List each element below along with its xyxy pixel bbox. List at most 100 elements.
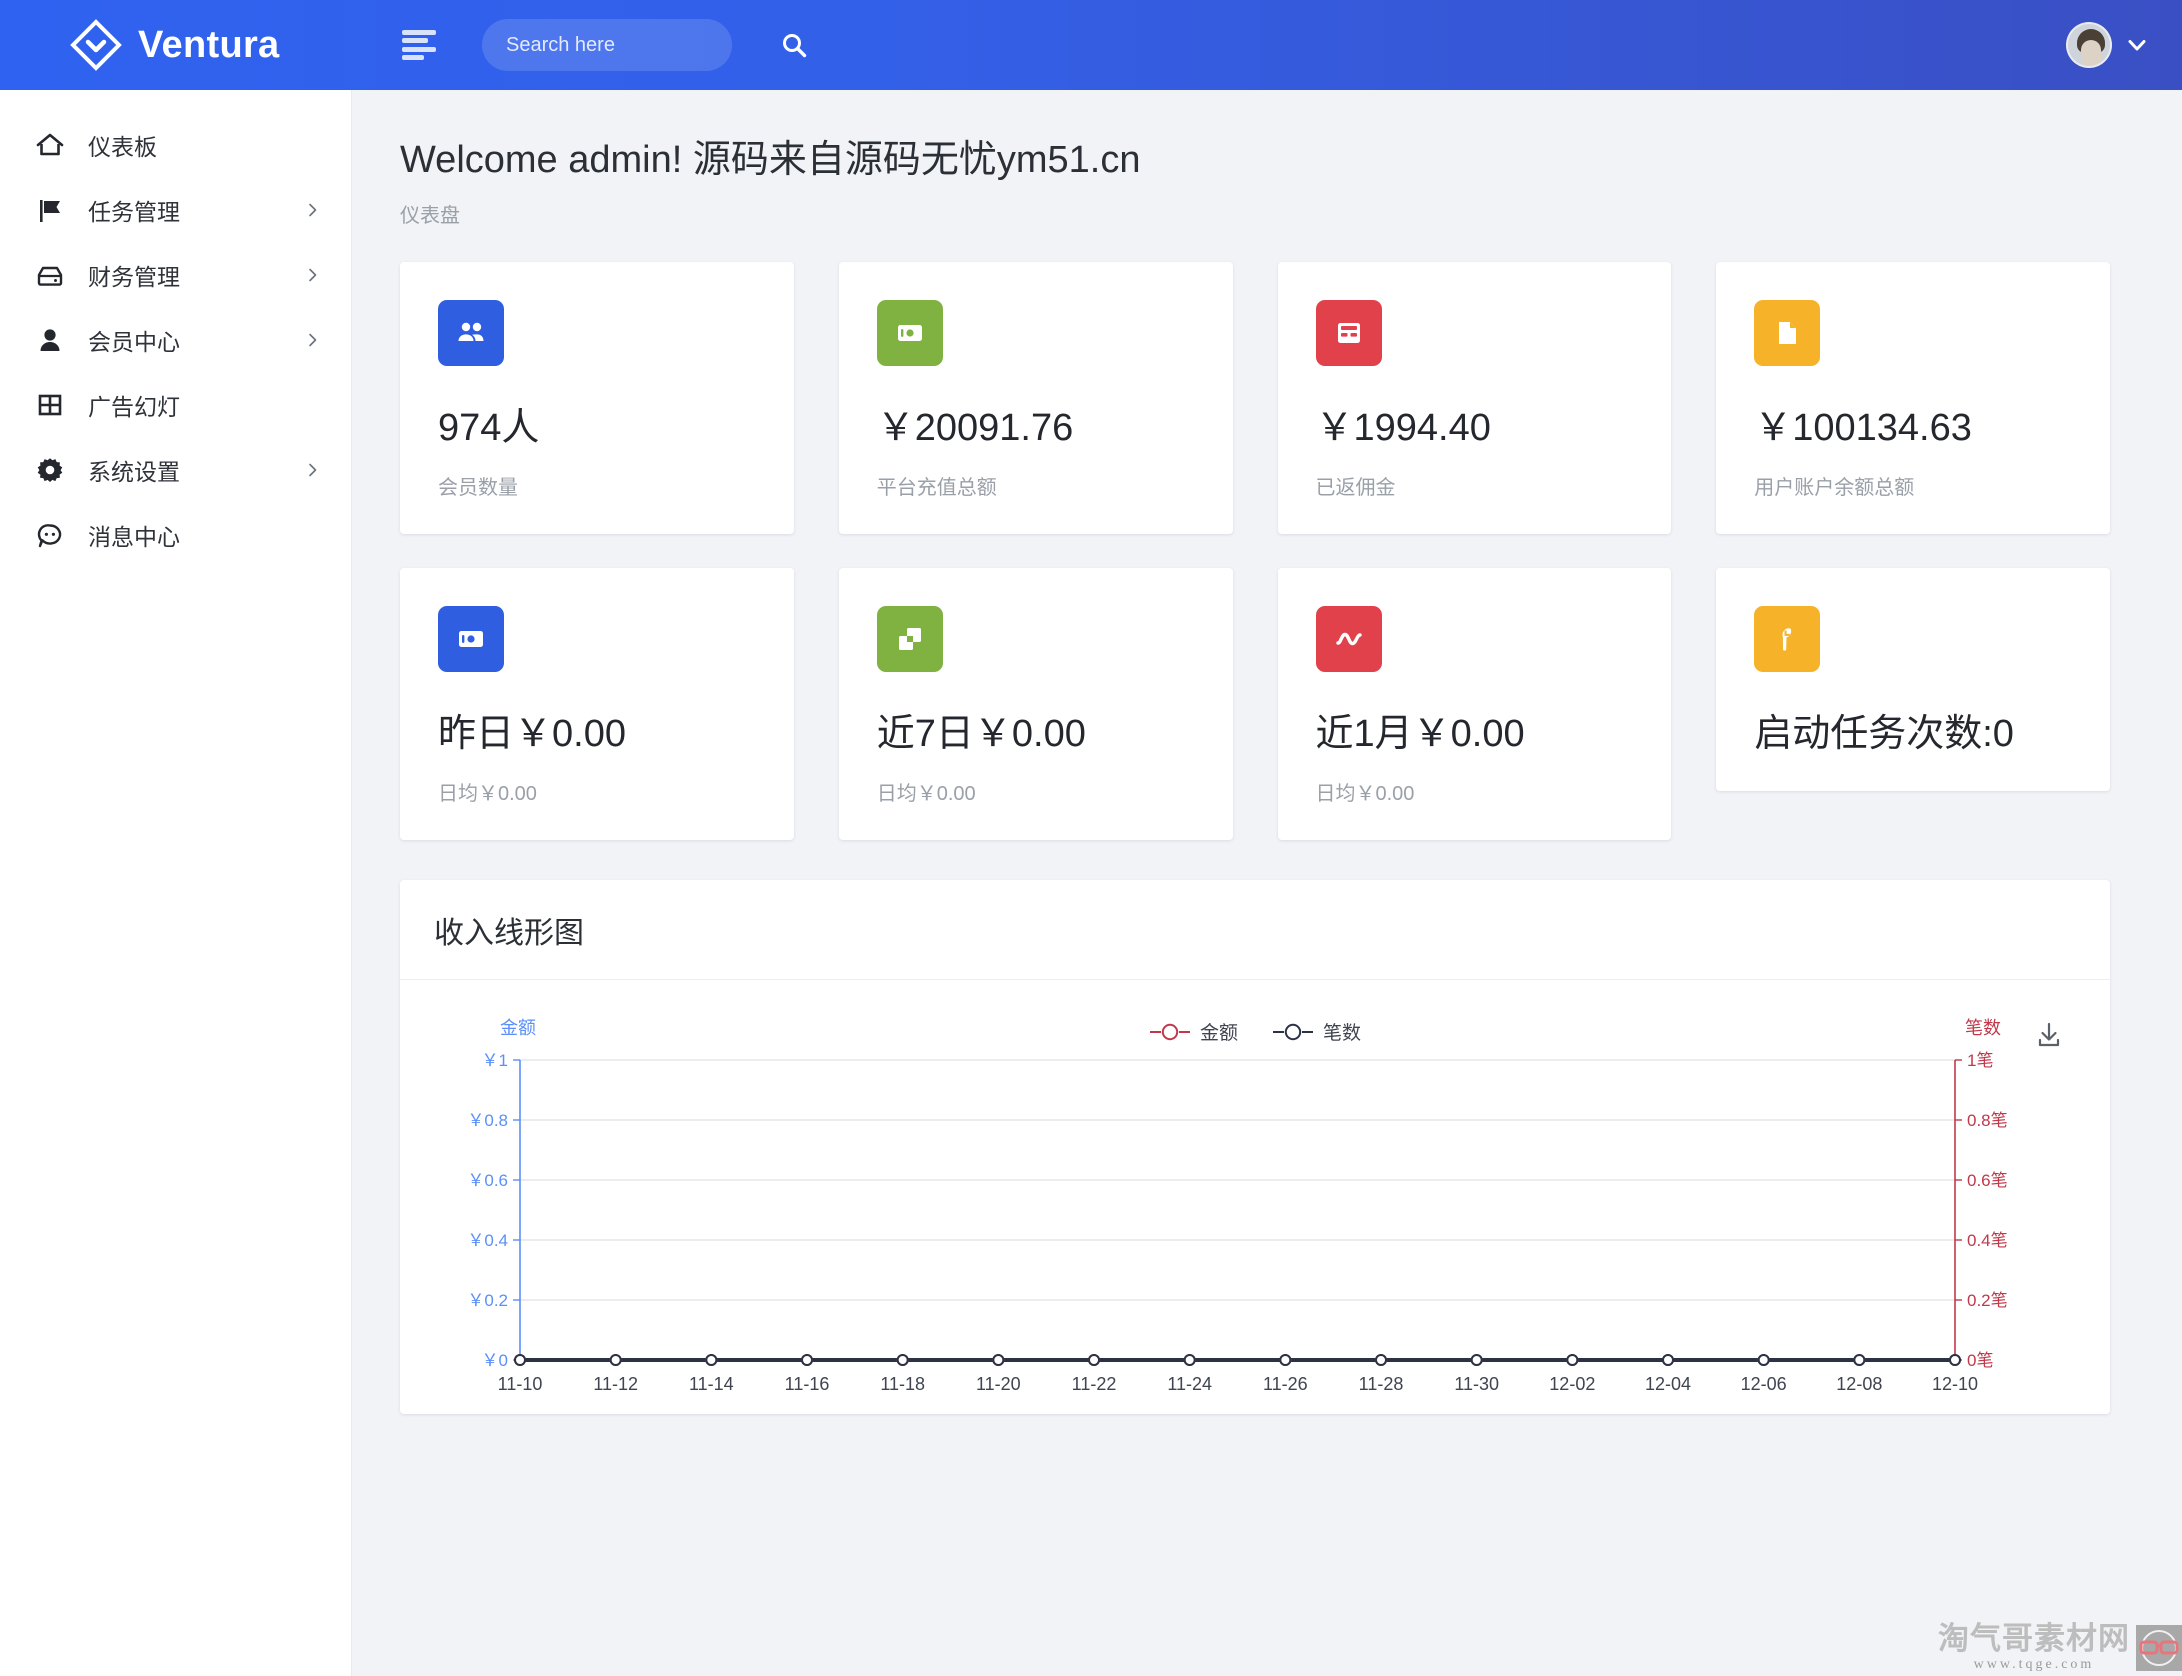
stat-value: 近1月￥0.00	[1315, 713, 1525, 755]
search-input[interactable]	[506, 33, 771, 57]
stat-card-members[interactable]: 974人 会员数量	[400, 262, 794, 534]
pulse-icon	[1315, 606, 1382, 672]
header-user-area	[2066, 22, 2182, 68]
diamond-chevron-logo-icon	[70, 19, 122, 71]
sidebar-item-label: 任务管理	[88, 198, 180, 225]
stat-label: 用户账户余额总额	[1754, 477, 1915, 499]
folder-icon	[1754, 300, 1821, 366]
avatar[interactable]	[2066, 22, 2112, 68]
dashboard-page: Ventura Search here 仪表板 任务管理 财务管理 会员中心 广…	[0, 0, 2182, 1676]
stat-card-last1month[interactable]: 近1月￥0.00 日均￥0.00	[1277, 568, 1672, 840]
brand-logo[interactable]: Ventura	[0, 0, 352, 90]
sidebar-item-label: 财务管理	[88, 263, 180, 290]
stat-label: 日均￥0.00	[438, 783, 537, 805]
chevron-right-icon	[305, 332, 321, 348]
svg-text:0笔: 0笔	[1967, 1351, 1993, 1370]
svg-text:11-16: 11-16	[785, 1374, 830, 1394]
sidebar-item-tasks[interactable]: 任务管理	[0, 177, 351, 242]
stat-value: 974人	[438, 407, 540, 449]
stat-card-total-recharge[interactable]: ￥20091.76 平台充值总额	[838, 262, 1233, 534]
stat-label: 已返佣金	[1315, 477, 1396, 499]
svg-text:笔数: 笔数	[1965, 1018, 2001, 1038]
page-title: Welcome admin! 源码来自源码无忧ym51.cn	[400, 139, 1141, 181]
breadcrumb: 仪表盘	[400, 205, 460, 227]
sidebar-item-finance[interactable]: 财务管理	[0, 242, 351, 307]
wrench-icon	[1754, 606, 1821, 672]
top-header: Ventura	[0, 0, 2182, 90]
svg-text:12-02: 12-02	[1549, 1374, 1595, 1394]
chevron-down-icon[interactable]	[2126, 34, 2148, 56]
svg-text:￥0.2: ￥0.2	[467, 1291, 508, 1310]
stat-card-commission-paid[interactable]: ￥1994.40 已返佣金	[1277, 262, 1672, 534]
svg-text:12-04: 12-04	[1645, 1374, 1691, 1394]
money-icon	[876, 300, 943, 366]
svg-text:11-24: 11-24	[1167, 1374, 1212, 1394]
stat-value: ￥20091.76	[876, 407, 1074, 449]
stat-value: ￥1994.40	[1315, 407, 1491, 449]
sidebar-item-members[interactable]: 会员中心	[0, 307, 351, 372]
svg-text:0.4笔: 0.4笔	[1967, 1231, 2008, 1250]
svg-text:11-26: 11-26	[1263, 1374, 1308, 1394]
sidebar-item-messages[interactable]: 消息中心	[0, 502, 351, 567]
sidebar-item-dashboard[interactable]: 仪表板	[0, 112, 351, 177]
stat-value: ￥100134.63	[1754, 407, 1972, 449]
svg-text:11-30: 11-30	[1454, 1374, 1499, 1394]
chat-dots-icon	[34, 519, 66, 551]
copy-icon	[876, 606, 943, 672]
money-icon	[438, 606, 504, 672]
flag-icon	[34, 194, 66, 226]
brand-name: Ventura	[138, 23, 280, 66]
chart-title: 收入线形图	[434, 916, 584, 950]
svg-text:11-28: 11-28	[1359, 1374, 1404, 1394]
income-line-chart-panel: 收入线形图 金额 笔数 金额 笔数 ￥1 1笔 ￥0.8 0.8笔 ￥0.6 0…	[400, 880, 2110, 1414]
line-chart-plot: 金额 笔数 ￥1 1笔 ￥0.8 0.8笔 ￥0.6 0.6笔 ￥0.4 0.4笔 ￥0.2 0.2笔…	[467, 1018, 2008, 1394]
gear-icon	[34, 454, 66, 486]
svg-text:0.2笔: 0.2笔	[1967, 1291, 2008, 1310]
stat-label: 平台充值总额	[876, 477, 997, 499]
sidebar-item-ads[interactable]: 广告幻灯	[0, 372, 351, 437]
search-box[interactable]	[482, 19, 807, 71]
svg-text:￥0.8: ￥0.8	[467, 1111, 508, 1130]
home-icon	[34, 129, 66, 161]
chevron-right-icon	[305, 267, 321, 283]
stat-cards-row-2: 昨日￥0.00 日均￥0.00 近7日￥0.00 日均￥0.00 近1月￥0.0…	[400, 568, 2110, 840]
sidebar-item-label: 消息中心	[88, 523, 180, 550]
sidebar: 仪表板 任务管理 财务管理 会员中心 广告幻灯 系统设置 消息中心	[0, 90, 352, 1676]
users-icon	[438, 300, 504, 366]
card-icon	[1315, 300, 1382, 366]
svg-text:11-10: 11-10	[498, 1374, 543, 1394]
svg-text:￥1: ￥1	[482, 1051, 508, 1070]
sidebar-item-label: 广告幻灯	[88, 393, 180, 420]
svg-text:￥0: ￥0	[482, 1351, 508, 1370]
stat-card-last7days[interactable]: 近7日￥0.00 日均￥0.00	[838, 568, 1233, 840]
search-icon[interactable]	[781, 32, 807, 58]
stat-label: 日均￥0.00	[1315, 783, 1415, 805]
svg-text:11-14: 11-14	[689, 1374, 734, 1394]
sidebar-item-label: 系统设置	[88, 458, 180, 485]
stat-card-user-balance[interactable]: ￥100134.63 用户账户余额总额	[1716, 262, 2110, 534]
user-icon	[34, 324, 66, 356]
chevron-right-icon	[305, 462, 321, 478]
main-content: Welcome admin! 源码来自源码无忧ym51.cn 仪表盘 974人 …	[352, 90, 2182, 1676]
svg-text:0.8笔: 0.8笔	[1967, 1111, 2008, 1130]
svg-text:11-12: 11-12	[593, 1374, 638, 1394]
stat-cards-row-1: 974人 会员数量 ￥20091.76 平台充值总额 ￥1994.40 已返佣金…	[400, 262, 2110, 534]
stat-card-task-runs[interactable]: 启动任务次数:0	[1716, 568, 2110, 791]
chart-body: 金额 笔数 金额 笔数 ￥1 1笔 ￥0.8 0.8笔 ￥0.6 0.6笔 ￥0…	[400, 980, 2110, 1414]
svg-text:12-06: 12-06	[1741, 1374, 1787, 1394]
sidebar-item-settings[interactable]: 系统设置	[0, 437, 351, 502]
stat-value: 近7日￥0.00	[876, 713, 1086, 755]
stat-value: 昨日￥0.00	[438, 713, 626, 755]
stat-card-yesterday[interactable]: 昨日￥0.00 日均￥0.00	[400, 568, 794, 840]
svg-text:11-22: 11-22	[1072, 1374, 1117, 1394]
stat-label: 会员数量	[438, 477, 518, 499]
chevron-right-icon	[305, 202, 321, 218]
svg-text:￥0.6: ￥0.6	[467, 1171, 508, 1190]
stat-value: 启动任务次数:0	[1754, 713, 2014, 755]
svg-text:12-08: 12-08	[1836, 1374, 1882, 1394]
svg-text:1笔: 1笔	[1967, 1051, 1993, 1070]
hamburger-icon[interactable]	[402, 30, 436, 60]
svg-text:￥0.4: ￥0.4	[467, 1231, 508, 1250]
drawer-icon	[34, 259, 66, 291]
stat-label: 日均￥0.00	[876, 783, 976, 805]
